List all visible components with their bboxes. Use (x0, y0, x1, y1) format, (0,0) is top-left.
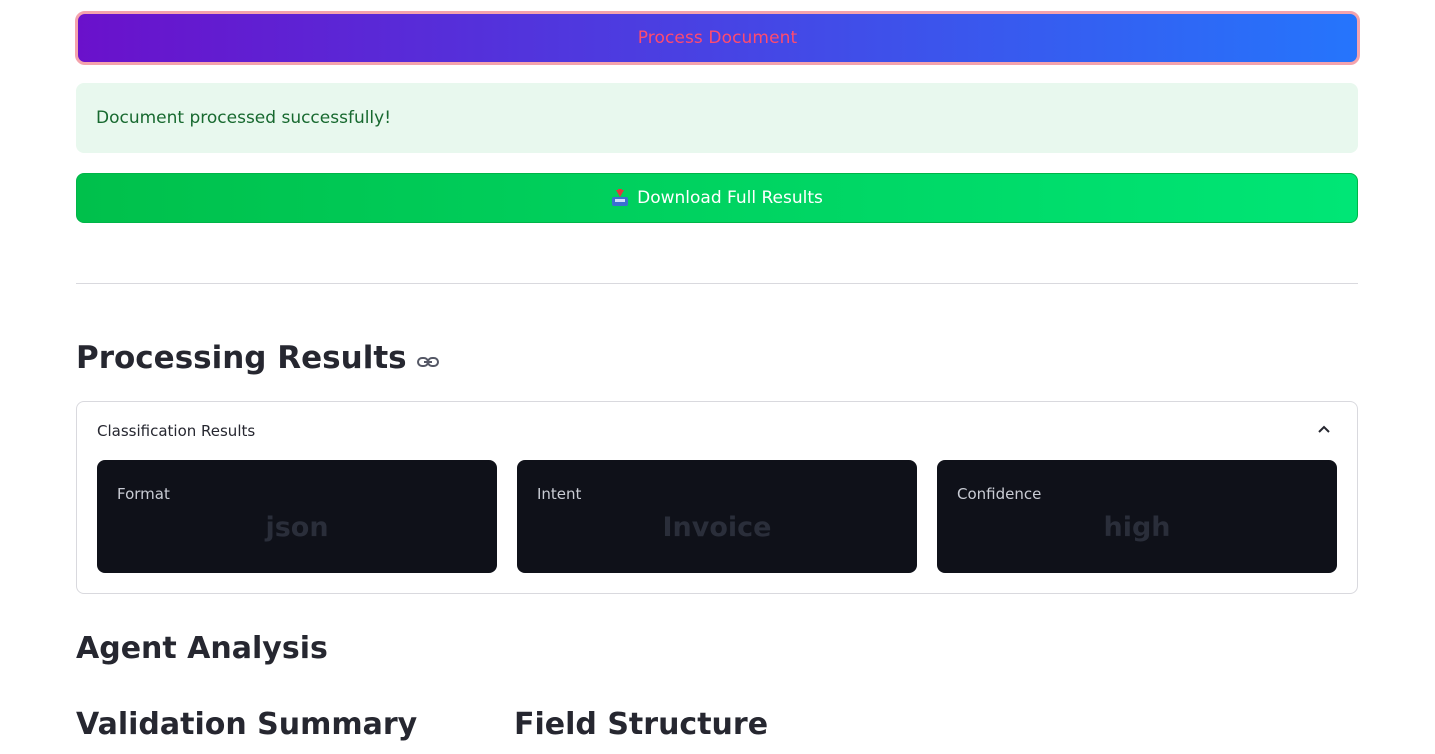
classification-results-label[interactable]: Classification Results (97, 422, 255, 440)
download-full-results-label: Download Full Results (637, 188, 823, 208)
agent-analysis-heading: Agent Analysis (76, 631, 328, 666)
confidence-metric-value: high (1103, 512, 1171, 543)
confidence-metric-label: Confidence (957, 485, 1042, 503)
intent-metric-value: Invoice (662, 512, 772, 543)
link-icon[interactable] (416, 355, 439, 369)
validation-summary-heading: Validation Summary (76, 707, 418, 742)
intent-metric-card: Intent Invoice (517, 460, 917, 573)
success-message: Document processed successfully! (96, 108, 392, 128)
field-structure-heading: Field Structure (514, 707, 769, 742)
format-metric-value: json (265, 512, 329, 543)
download-full-results-button[interactable]: Download Full Results (76, 173, 1358, 223)
confidence-metric-card: Confidence high (937, 460, 1337, 573)
success-alert: Document processed successfully! (76, 83, 1358, 153)
processing-results-title: Processing Results (76, 340, 407, 376)
process-document-button[interactable]: Process Document (75, 11, 1360, 65)
classification-results-expander: Classification Results Format json Inten… (76, 401, 1358, 594)
chevron-up-icon[interactable] (1317, 424, 1331, 434)
process-document-label: Process Document (637, 28, 798, 48)
page: Process Document Document processed succ… (0, 0, 1435, 754)
inbox-tray-icon (611, 189, 629, 207)
intent-metric-label: Intent (537, 485, 582, 503)
processing-results-heading: Processing Results (76, 340, 439, 376)
format-metric-card: Format json (97, 460, 497, 573)
divider (76, 283, 1358, 284)
format-metric-label: Format (117, 485, 170, 503)
